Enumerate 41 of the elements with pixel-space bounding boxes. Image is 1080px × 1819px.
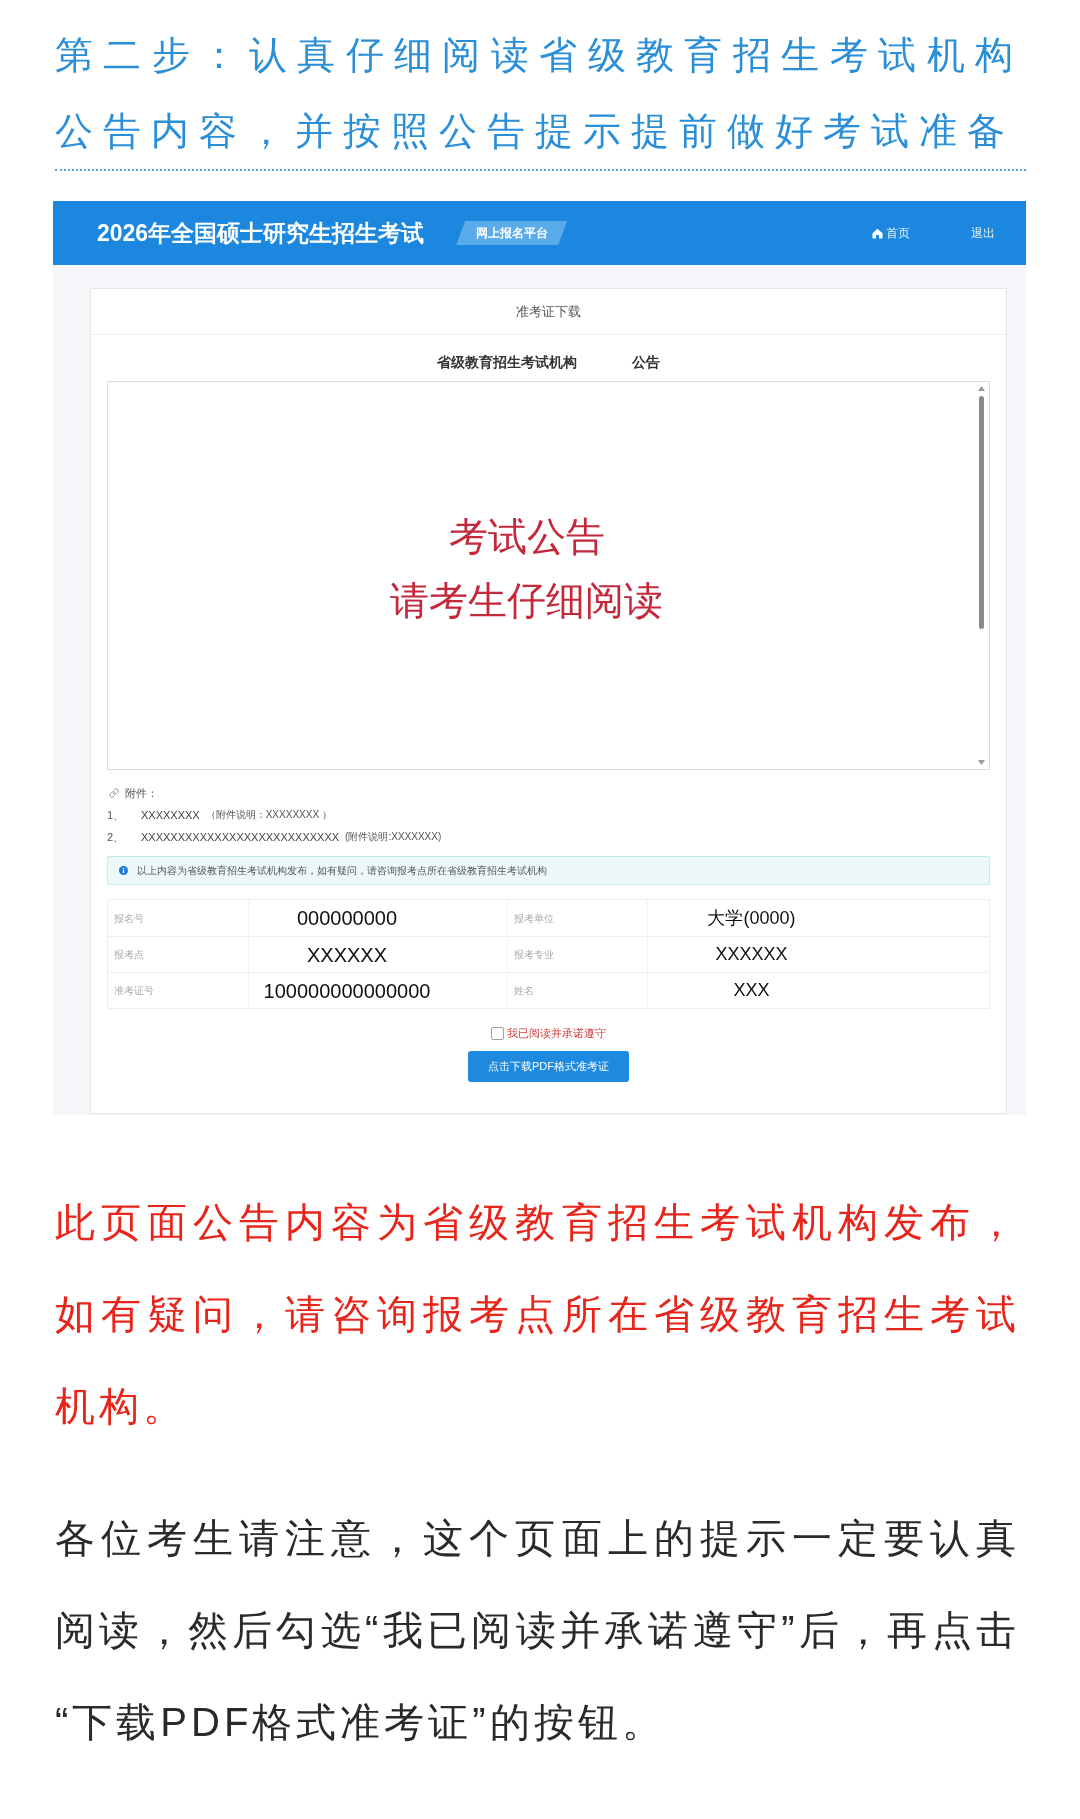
home-icon — [872, 227, 883, 239]
field-value: XXXXXX — [249, 937, 508, 972]
instructions-paragraph: 各位考生请注意，这个页面上的提示一定要认真阅读，然后勾选“我已阅读并承诺遵守”后，再点击“下载PDF格式准考证”的按钮。 — [55, 1515, 1020, 1746]
card-title: 准考证下载 — [516, 302, 581, 321]
field-label: 姓名 — [508, 973, 648, 1008]
scroll-down-arrow-icon[interactable] — [977, 760, 985, 765]
attachment-name: XXXXXXXX — [141, 808, 200, 823]
field-value: 100000000000000 — [249, 973, 508, 1008]
attachments-label: 附件： — [125, 786, 158, 801]
scrollbar-thumb[interactable] — [978, 396, 984, 629]
field-value: 000000000 — [249, 900, 508, 936]
field-label: 报考点 — [108, 937, 249, 972]
agreement-label: 我已阅读并承诺遵守 — [507, 1025, 606, 1041]
agreement-checkbox[interactable] — [491, 1026, 504, 1040]
attachment-name: XXXXXXXXXXXXXXXXXXXXXXXXXXX — [141, 830, 340, 845]
scroll-up-arrow-icon[interactable] — [977, 386, 985, 391]
alert-text: 以上内容为省级教育招生考试机构发布，如有疑问，请咨询报考点所在省级教育招生考试机构 — [137, 864, 547, 878]
warning-paragraph: 此页面公告内容为省级教育招生考试机构发布，如有疑问，请咨询报考点所在省级教育招生考试机构。 — [55, 1199, 1020, 1430]
download-admission-ticket-button[interactable]: 点击下载PDF格式准考证 — [468, 1051, 629, 1082]
attachment-index: 2、 — [107, 830, 126, 845]
notice-issuer: 省级教育招生考试机构 — [437, 352, 577, 372]
notice-text: 请考生仔细阅读 — [390, 578, 663, 624]
home-link[interactable]: 首页 — [872, 224, 910, 242]
field-label: 报考单位 — [508, 900, 648, 936]
info-icon — [119, 866, 128, 875]
attachment-index: 1、 — [107, 808, 126, 823]
attachment-note: （附件说明：XXXXXXXX ） — [205, 808, 332, 822]
step-heading: 第二步：认真仔细阅读省级教育招生考试机构公告内容，并按照公告提示提前做好考试准备 — [55, 33, 1023, 154]
link-icon — [109, 788, 119, 798]
logout-link[interactable]: 退出 — [971, 224, 995, 242]
field-value: XXXXXX — [714, 943, 789, 966]
platform-badge: 网上报名平台 — [456, 221, 568, 245]
field-label: 报考专业 — [508, 937, 648, 972]
field-value: XXX — [732, 979, 771, 1002]
site-title: 2026年全国硕士研究生招生考试 — [97, 218, 425, 248]
attachment-note: (附件说明:XXXXXXX) — [345, 830, 442, 844]
notice-label: 公告 — [632, 352, 660, 372]
notice-text: 考试公告 — [448, 514, 605, 560]
field-label: 报名号 — [108, 900, 249, 936]
field-label: 准考证号 — [108, 973, 249, 1008]
field-value: 大学(0000) — [706, 906, 797, 930]
